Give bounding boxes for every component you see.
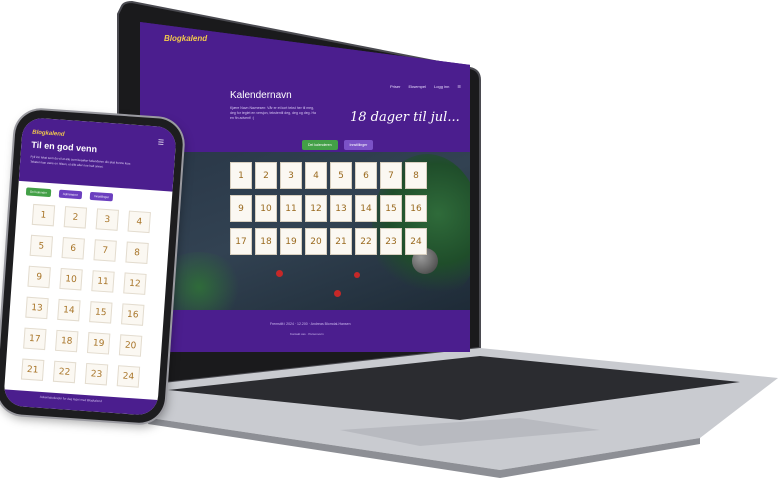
berry: [334, 290, 341, 297]
device-mockup-stage: Blogkalend Priser Eksempel Logg inn ☰ Ka…: [0, 0, 779, 484]
settings-button[interactable]: Innstillinger: [343, 140, 374, 150]
calendar-door[interactable]: 24: [405, 228, 427, 255]
calendar-door[interactable]: 13: [25, 296, 49, 320]
calendar-door[interactable]: 11: [91, 270, 115, 293]
phone-logo[interactable]: Blogkalend: [32, 130, 65, 138]
calendar-door[interactable]: 2: [255, 162, 277, 189]
laptop-screen: Blogkalend Priser Eksempel Logg inn ☰ Ka…: [140, 22, 470, 352]
calendar-door[interactable]: 9: [230, 195, 252, 222]
share-calendar-button[interactable]: Del kalenderen: [302, 140, 338, 150]
calendar-door[interactable]: 3: [95, 208, 120, 231]
nav-eksempel[interactable]: Eksempel: [408, 84, 426, 89]
laptop-action-buttons: Del kalenderen Innstillinger: [302, 140, 374, 150]
phone-action-buttons: Del kalender Administrer Innstillinger: [25, 187, 114, 202]
laptop-door-grid: 1 2 3 4 5 6 7 8 9 10 11 12 13 14 15 16 17 18 19 20 21 22 23 24: [230, 162, 430, 282]
countdown-text: 18 dager til jul...: [350, 110, 460, 125]
calendar-door[interactable]: 20: [305, 228, 327, 255]
calendar-door[interactable]: 6: [355, 162, 377, 189]
laptop-footer: Fremstilt i 2024 · 12.200 · Andreas Blom…: [140, 310, 470, 352]
calendar-door[interactable]: 22: [355, 228, 377, 255]
settings-button[interactable]: Innstillinger: [89, 191, 114, 202]
calendar-door[interactable]: 5: [330, 162, 352, 189]
calendar-door[interactable]: 3: [280, 162, 302, 189]
calendar-door[interactable]: 20: [118, 334, 143, 357]
manage-button[interactable]: Administrer: [58, 189, 83, 200]
calendar-door[interactable]: 15: [380, 195, 402, 222]
calendar-door[interactable]: 16: [121, 303, 145, 326]
footer-links[interactable]: Kontakt oss · Personvern: [290, 332, 324, 336]
calendar-door[interactable]: 23: [84, 362, 109, 386]
calendar-door[interactable]: 5: [29, 234, 54, 258]
calendar-door[interactable]: 23: [380, 228, 402, 255]
calendar-door[interactable]: 10: [59, 267, 83, 291]
calendar-door[interactable]: 18: [255, 228, 277, 255]
calendar-door[interactable]: 7: [380, 162, 402, 189]
calendar-door[interactable]: 8: [125, 241, 149, 264]
calendar-door[interactable]: 1: [31, 203, 56, 227]
share-calendar-button[interactable]: Del kalender: [25, 187, 52, 198]
phone-screen: Blogkalend ☰ Til en god venn Fyll inn te…: [3, 116, 177, 417]
calendar-door[interactable]: 4: [127, 210, 151, 234]
laptop-logo[interactable]: Blogkalend: [164, 34, 207, 43]
phone-calendar-description: Fyll inn tekst som du vil at alle som be…: [30, 154, 132, 169]
calendar-door[interactable]: 17: [230, 228, 252, 255]
nav-logg-inn[interactable]: Logg inn: [434, 84, 449, 89]
calendar-door[interactable]: 18: [55, 329, 79, 353]
calendar-door[interactable]: 21: [330, 228, 352, 255]
calendar-door[interactable]: 21: [20, 358, 45, 381]
calendar-door[interactable]: 14: [57, 298, 81, 322]
phone-footer: Adventskalender for deg laget med Blogka…: [3, 389, 158, 417]
calendar-door[interactable]: 2: [63, 206, 88, 229]
phone-calendar-title: Til en god venn: [31, 139, 98, 155]
calendar-door[interactable]: 4: [305, 162, 327, 189]
menu-icon[interactable]: ☰: [457, 84, 461, 89]
calendar-door[interactable]: 15: [89, 301, 113, 324]
calendar-door[interactable]: 24: [116, 365, 141, 388]
calendar-door[interactable]: 9: [27, 265, 51, 289]
nav-priser[interactable]: Priser: [390, 84, 400, 89]
calendar-door[interactable]: 12: [123, 272, 147, 295]
phone-footer-text: Adventskalender for deg laget med Blogka…: [39, 394, 102, 404]
calendar-door[interactable]: 6: [61, 237, 85, 260]
calendar-door[interactable]: 12: [305, 195, 327, 222]
calendar-door[interactable]: 11: [280, 195, 302, 222]
calendar-door[interactable]: 1: [230, 162, 252, 189]
phone-header: Blogkalend ☰ Til en god venn Fyll inn te…: [18, 116, 177, 192]
calendar-door[interactable]: 16: [405, 195, 427, 222]
calendar-door[interactable]: 22: [52, 360, 77, 384]
phone-door-grid: 1 2 3 4 5 6 7 8 9 10 11 12 13 14 15 16 17 18 19 20 21 22 23 24: [20, 203, 159, 388]
calendar-door[interactable]: 8: [405, 162, 427, 189]
calendar-door[interactable]: 10: [255, 195, 277, 222]
calendar-door[interactable]: 19: [86, 332, 111, 355]
calendar-door[interactable]: 19: [280, 228, 302, 255]
calendar-door[interactable]: 14: [355, 195, 377, 222]
calendar-door[interactable]: 7: [93, 239, 117, 262]
footer-text: Fremstilt i 2024 · 12.200 · Andreas Blom…: [270, 322, 351, 326]
calendar-door[interactable]: 13: [330, 195, 352, 222]
phone-device: Blogkalend ☰ Til en god venn Fyll inn te…: [0, 108, 185, 425]
calendar-title: Kalendernavn: [230, 90, 292, 101]
menu-icon[interactable]: ☰: [158, 138, 165, 146]
calendar-description: Kjære Navn Navnesen: Vår er et kort teks…: [230, 106, 317, 120]
calendar-door[interactable]: 17: [23, 327, 47, 351]
laptop-nav: Priser Eksempel Logg inn ☰: [390, 84, 461, 89]
